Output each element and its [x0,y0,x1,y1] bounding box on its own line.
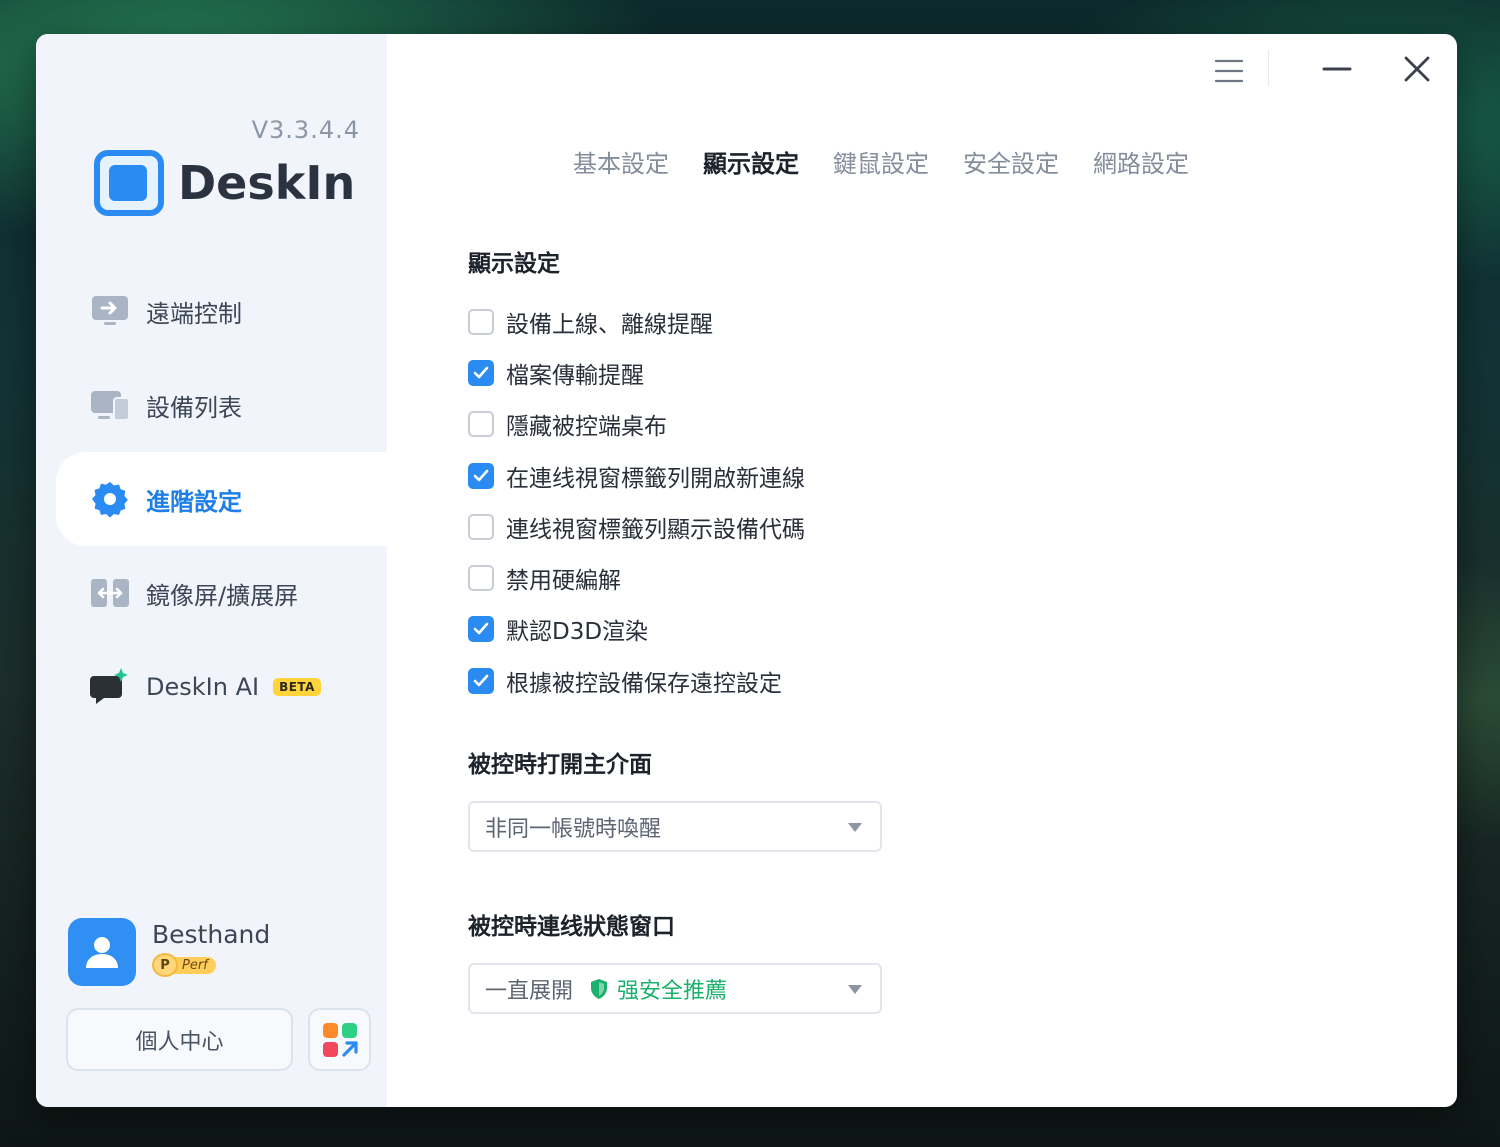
option-show-device-code[interactable]: 連线視窗標籤列顯示設備代碼 [468,501,805,552]
tab-network[interactable]: 網路設定 [1093,144,1189,179]
option-hide-wallpaper[interactable]: 隱藏被控端桌布 [468,399,805,450]
option-label: 在連线視窗標籤列開啟新連線 [506,465,805,492]
checkbox[interactable] [468,667,494,694]
secure-recommend-tag: 强安全推薦 [589,973,727,1005]
section-title-status-window: 被控時連线狀態窗口 [468,914,675,940]
option-label: 連线視窗標籤列顯示設備代碼 [506,516,805,543]
option-label: 設備上線、離線提醒 [506,311,713,338]
option-label: 禁用硬編解 [506,568,621,595]
open-main-ui-select[interactable]: 非同一帳號時喚醒 [468,801,882,852]
sidebar-nav: 遠端控制 設備列表 進階設定 鏡像屏/擴展屏 DeskIn AI BETA [56,264,388,734]
titlebar-divider [1268,50,1269,86]
checkmark-icon [473,674,489,687]
option-file-transfer-alert[interactable]: 檔案傳輸提醒 [468,347,805,398]
hamburger-menu-icon [1214,59,1244,83]
secure-recommend-label: 强安全推薦 [617,978,728,1004]
option-label: 根據被控設備保存遠控設定 [506,670,782,697]
checkmark-icon [473,366,489,379]
minimize-icon [1322,67,1352,71]
section-title-open-main-ui: 被控時打開主介面 [468,752,652,778]
tab-display[interactable]: 顯示設定 [703,144,799,179]
sidebar-item-mirror-screen[interactable]: 鏡像屏/擴展屏 [56,546,387,640]
select-value: 一直展開 [485,978,574,1004]
user-info: Besthand P Perf [152,918,270,977]
sidebar-item-remote-control[interactable]: 遠端控制 [56,264,387,358]
option-open-in-tab[interactable]: 在連线視窗標籤列開啟新連線 [468,450,805,501]
checkbox[interactable] [468,411,494,438]
chevron-down-icon [848,985,862,994]
checkbox[interactable] [468,513,494,540]
option-save-remote-settings[interactable]: 根據被控設備保存遠控設定 [468,655,805,706]
membership-badge: P Perf [152,953,270,977]
app-name: DeskIn [178,156,356,210]
settings-tabs: 基本設定 顯示設定 鍵鼠設定 安全設定 網路設定 [573,144,1189,179]
mirror-screen-icon [90,573,130,613]
minimize-button[interactable] [1320,54,1354,84]
app-window: V3.3.4.4 DeskIn 遠端控制 設備列表 進階設定 鏡像屏/擴展屏 D… [36,34,1457,1107]
ai-chat-icon [90,667,130,707]
close-button[interactable] [1400,52,1434,86]
option-device-online-alert[interactable]: 設備上線、離線提醒 [468,296,805,347]
device-list-icon [90,385,130,425]
deskin-logo-icon [94,150,164,216]
option-d3d-render[interactable]: 默認D3D渲染 [468,604,805,655]
tab-basic[interactable]: 基本設定 [573,144,669,179]
display-options: 設備上線、離線提醒 檔案傳輸提醒 隱藏被控端桌布 在連线視窗標籤列開啟新連線 連… [468,296,805,706]
option-label: 默認D3D渲染 [506,619,649,646]
apps-grid-icon [322,1022,358,1057]
personal-center-button[interactable]: 個人中心 [66,1008,293,1071]
sidebar-item-deskin-ai[interactable]: DeskIn AI BETA [56,640,387,734]
close-icon [1404,56,1430,82]
option-label: 檔案傳輸提醒 [506,362,644,389]
checkbox[interactable] [468,565,494,592]
section-title-display: 顯示設定 [468,251,560,277]
menu-button[interactable] [1212,56,1246,86]
avatar[interactable] [68,918,136,986]
checkmark-icon [473,623,489,635]
app-logo: DeskIn [94,150,355,216]
sidebar-item-device-list[interactable]: 設備列表 [56,358,387,452]
status-window-select[interactable]: 一直展開 强安全推薦 [468,963,882,1014]
option-label: 隱藏被控端桌布 [506,414,667,441]
membership-badge-letter: P [152,953,178,977]
sidebar-item-label: 進階設定 [146,487,242,516]
checkbox[interactable] [468,359,494,386]
checkbox[interactable] [468,616,494,643]
beta-badge: BETA [273,678,321,696]
tab-keyboard-mouse[interactable]: 鍵鼠設定 [833,144,929,179]
sidebar-item-advanced-settings[interactable]: 進階設定 [56,452,388,546]
checkbox[interactable] [468,462,494,489]
apps-button[interactable] [308,1008,371,1071]
sidebar-item-label: 遠端控制 [146,299,242,328]
shield-icon [591,978,608,999]
sidebar-item-label: 鏡像屏/擴展屏 [146,581,299,610]
option-disable-hw-codec[interactable]: 禁用硬編解 [468,552,805,603]
checkmark-icon [473,469,489,481]
remote-control-icon [90,291,130,331]
sidebar-item-label: 設備列表 [146,393,242,422]
user-name: Besthand [152,920,271,949]
checkbox[interactable] [468,308,494,335]
sidebar-item-label: DeskIn AI [146,673,260,701]
tab-security[interactable]: 安全設定 [963,144,1059,179]
user-icon [86,937,118,968]
select-value: 非同一帳號時喚醒 [485,816,662,842]
gear-icon [90,479,130,519]
chevron-down-icon [848,823,862,832]
sidebar: V3.3.4.4 DeskIn 遠端控制 設備列表 進階設定 鏡像屏/擴展屏 D… [36,34,388,1107]
version-label: V3.3.4.4 [251,116,360,144]
user-profile[interactable]: Besthand P Perf [68,918,270,986]
